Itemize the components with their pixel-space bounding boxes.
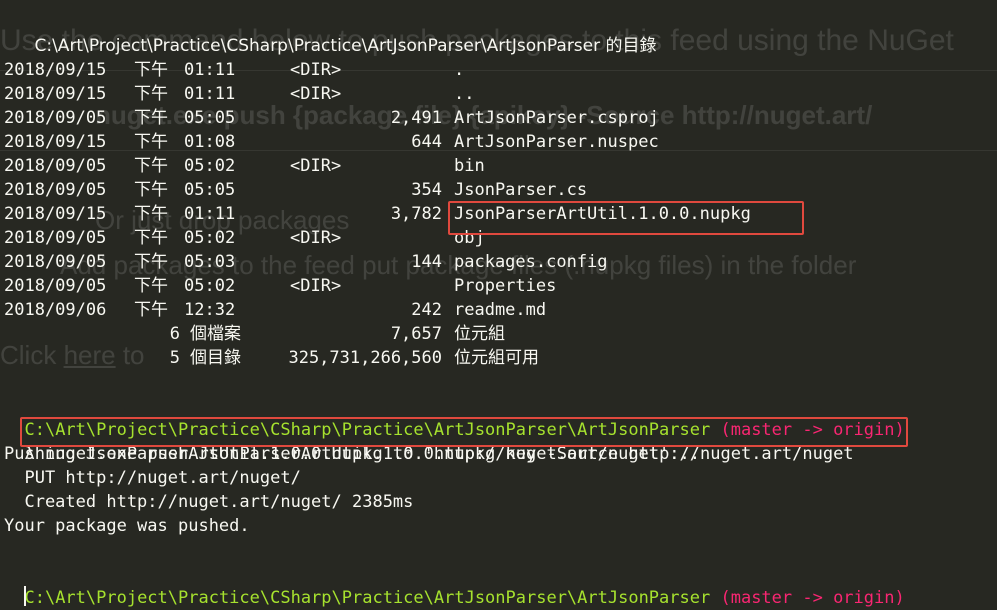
file-size: 3,782 xyxy=(390,204,442,224)
file-ampm: 下午 xyxy=(134,228,168,248)
git-branch: (master -> origin) xyxy=(720,588,905,608)
file-time: 01:11 xyxy=(184,204,236,224)
file-time: 01:11 xyxy=(184,84,236,104)
file-time: 01:08 xyxy=(184,132,236,152)
table-row: 2018/09/05 下午 05:02 <DIR> Properties xyxy=(4,274,864,298)
file-name: obj xyxy=(454,228,485,248)
file-name: readme.md xyxy=(454,300,547,320)
file-dir-flag: <DIR> xyxy=(290,60,342,80)
file-ampm: 下午 xyxy=(134,204,168,224)
file-name: ArtJsonParser.csproj xyxy=(454,108,659,128)
file-dir-flag: <DIR> xyxy=(290,84,342,104)
file-ampm: 下午 xyxy=(134,84,168,104)
file-date: 2018/09/15 xyxy=(4,84,107,104)
file-dir-flag: <DIR> xyxy=(290,228,342,248)
table-row: 2018/09/05 下午 05:05 354 JsonParser.cs xyxy=(4,178,864,202)
file-date: 2018/09/05 xyxy=(4,156,107,176)
file-date: 2018/09/15 xyxy=(4,60,107,80)
file-date: 2018/09/05 xyxy=(4,252,107,272)
file-name: .. xyxy=(454,84,475,104)
file-ampm: 下午 xyxy=(134,60,168,80)
file-size: 354 xyxy=(411,180,442,200)
table-row: 2018/09/15 下午 01:08 644 ArtJsonParser.nuspec xyxy=(4,130,864,154)
output-line: PUT http://nuget.art/nuget/ xyxy=(4,468,301,488)
file-time: 05:05 xyxy=(184,180,236,200)
table-row: 2018/09/05 下午 05:02 <DIR> obj xyxy=(4,226,864,250)
file-ampm: 下午 xyxy=(134,132,168,152)
text-cursor xyxy=(24,586,26,606)
file-name: JsonParserArtUtil.1.0.0.nupkg xyxy=(454,204,751,224)
file-ampm: 下午 xyxy=(134,300,168,320)
file-time: 12:32 xyxy=(184,300,236,320)
table-row: 2018/09/15 下午 01:11 <DIR>.. xyxy=(4,82,864,106)
file-time: 01:11 xyxy=(184,60,236,80)
prompt-line: C:\Art\Project\Practice\CSharp\Practice\… xyxy=(4,394,904,440)
table-row: 2018/09/05 下午 05:05 2,491 ArtJsonParser.cspr… xyxy=(4,106,864,130)
file-date: 2018/09/05 xyxy=(4,276,107,296)
file-time: 05:05 xyxy=(184,108,236,128)
file-ampm: 下午 xyxy=(134,180,168,200)
file-size: 644 xyxy=(411,132,442,152)
prompt-line: C:\Art\Project\Practice\CSharp\Practice\… xyxy=(4,562,904,608)
table-row: 2018/09/05 下午 05:03 144 packages.config xyxy=(4,250,864,274)
file-date: 2018/09/05 xyxy=(4,108,107,128)
file-name: ArtJsonParser.nuspec xyxy=(454,132,659,152)
file-dir-flag: <DIR> xyxy=(290,156,342,176)
output-line: Created http://nuget.art/nuget/ 2385ms xyxy=(4,492,414,512)
file-date: 2018/09/15 xyxy=(4,204,107,224)
summary-files: 6 個檔案 7,657 位元組 xyxy=(169,324,505,344)
file-size: 144 xyxy=(411,252,442,272)
file-size: 2,491 xyxy=(390,108,442,128)
input-line[interactable]: λ xyxy=(4,584,35,595)
output-line: Pushing JsonParserArtUtil.1.0.0.nupkg to… xyxy=(4,444,700,464)
summary-dirs: 5 個目錄 325,731,266,560 位元組可用 xyxy=(169,348,539,368)
table-row: 2018/09/06 下午 12:32 242 readme.md xyxy=(4,298,864,322)
file-size: 242 xyxy=(411,300,442,320)
file-name: packages.config xyxy=(454,252,608,272)
output-line: Your package was pushed. xyxy=(4,516,250,536)
file-name: bin xyxy=(454,156,485,176)
file-time: 05:02 xyxy=(184,156,236,176)
table-row: 2018/09/15 下午 01:11 3,782 JsonParserArtUtil.… xyxy=(4,202,864,226)
table-row: 2018/09/15 下午 01:11 <DIR>. xyxy=(4,58,864,82)
directory-title: C:\Art\Project\Practice\CSharp\Practice\… xyxy=(34,36,657,56)
file-time: 05:02 xyxy=(184,276,236,296)
table-row: 2018/09/05 下午 05:02 <DIR> bin xyxy=(4,154,864,178)
file-name: . xyxy=(454,60,465,80)
file-ampm: 下午 xyxy=(134,252,168,272)
file-ampm: 下午 xyxy=(134,276,168,296)
file-name: JsonParser.cs xyxy=(454,180,588,200)
file-name: Properties xyxy=(454,276,557,296)
file-ampm: 下午 xyxy=(134,156,168,176)
file-dir-flag: <DIR> xyxy=(290,276,342,296)
prompt-path: C:\Art\Project\Practice\CSharp\Practice\… xyxy=(24,588,711,608)
file-date: 2018/09/06 xyxy=(4,300,107,320)
file-ampm: 下午 xyxy=(134,108,168,128)
file-date: 2018/09/05 xyxy=(4,180,107,200)
file-time: 05:02 xyxy=(184,228,236,248)
command-line[interactable]: λ nuget.exe push JsonParserArtUtil.1.0.0… xyxy=(4,418,853,464)
file-time: 05:03 xyxy=(184,252,236,272)
file-date: 2018/09/15 xyxy=(4,132,107,152)
file-date: 2018/09/05 xyxy=(4,228,107,248)
